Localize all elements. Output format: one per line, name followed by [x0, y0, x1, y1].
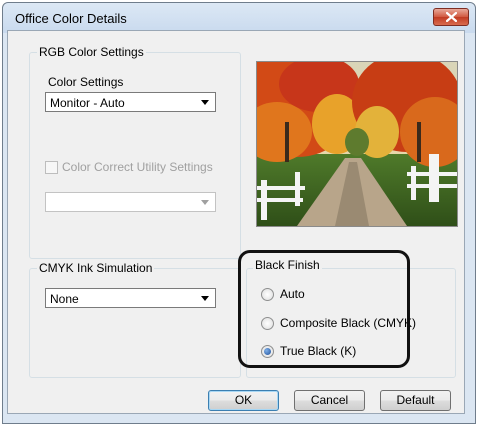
- black-finish-highlight-frame: [238, 250, 410, 368]
- color-settings-label: Color Settings: [48, 75, 124, 89]
- color-settings-value: Monitor - Auto: [50, 96, 125, 110]
- cmyk-ink-simulation-group: [29, 268, 241, 378]
- cancel-button[interactable]: Cancel: [294, 390, 365, 411]
- color-correct-utility-label: Color Correct Utility Settings: [62, 160, 213, 174]
- rgb-group-label: RGB Color Settings: [37, 45, 146, 59]
- autumn-road-photo: [257, 62, 457, 226]
- color-preview-image: [256, 61, 458, 227]
- title-bar[interactable]: Office Color Details: [3, 3, 475, 33]
- ok-button[interactable]: OK: [208, 390, 279, 411]
- default-button[interactable]: Default: [380, 390, 451, 411]
- chevron-down-icon: [201, 200, 209, 205]
- close-button[interactable]: [433, 8, 469, 26]
- window-title: Office Color Details: [15, 11, 127, 26]
- chevron-down-icon: [201, 100, 209, 105]
- cmyk-ink-simulation-value: None: [50, 292, 79, 306]
- chevron-down-icon: [201, 296, 209, 301]
- cmyk-group-label: CMYK Ink Simulation: [37, 261, 155, 275]
- cmyk-ink-simulation-dropdown[interactable]: None: [45, 288, 216, 308]
- color-settings-dropdown[interactable]: Monitor - Auto: [45, 92, 216, 112]
- color-correct-utility-checkbox[interactable]: [45, 161, 58, 174]
- close-icon: [446, 12, 457, 22]
- color-correct-utility-dropdown[interactable]: [45, 192, 216, 212]
